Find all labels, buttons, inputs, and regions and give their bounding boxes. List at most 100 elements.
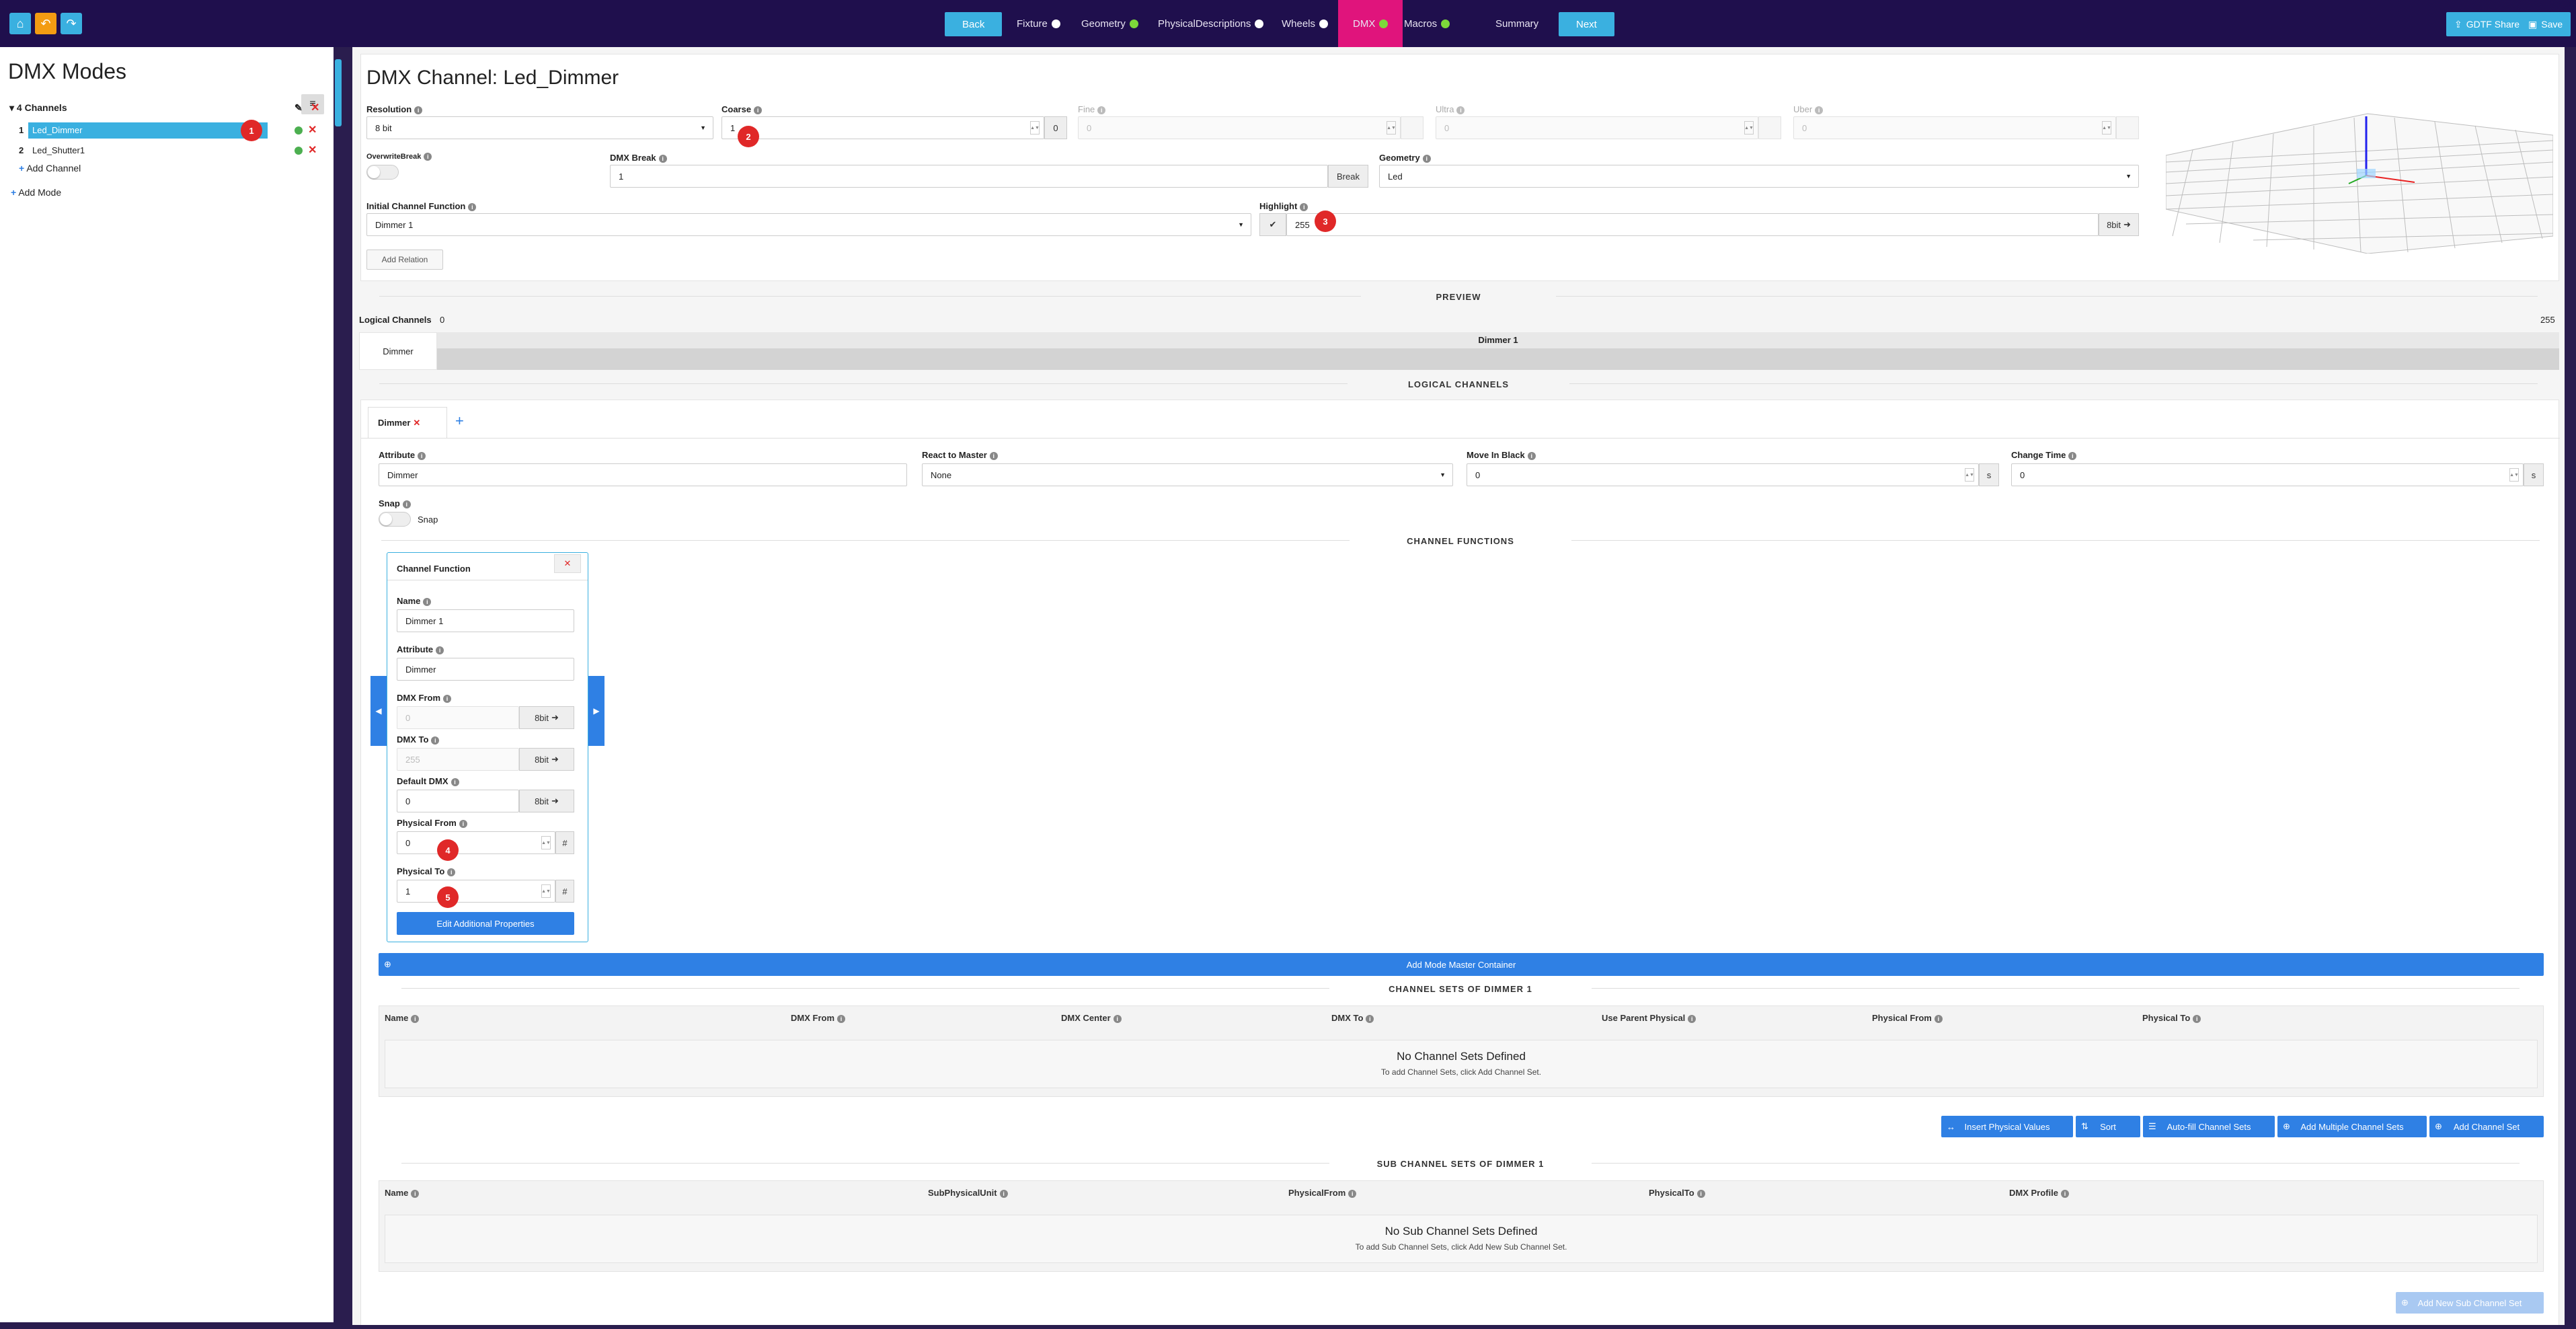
nav-dmx[interactable]: DMX	[1338, 0, 1403, 47]
add-tab-icon[interactable]: +	[455, 412, 464, 430]
attribute-input[interactable]: Dimmer	[379, 463, 907, 486]
add-multiple-channel-sets-button[interactable]: ⊕ Add Multiple Channel Sets	[2277, 1116, 2427, 1137]
info-icon: i	[658, 154, 667, 163]
header-text: DMX Center	[1061, 1013, 1111, 1023]
add-channel-set-button[interactable]: ⊕ Add Channel Set	[2429, 1116, 2544, 1137]
add-mode-master-button[interactable]: ⊕ Add Mode Master Container	[379, 953, 2544, 976]
add-mode-link[interactable]: + Add Mode	[11, 187, 61, 198]
mode-header[interactable]: ▾ 4 Channels	[9, 102, 67, 114]
info-icon: i	[418, 451, 426, 460]
dmx-to-unit-button[interactable]: 8bit ➜	[519, 748, 574, 771]
spinner-icon[interactable]: ▲▼	[541, 884, 551, 898]
channel-row-1[interactable]: 1 Led_Dimmer ✕	[19, 122, 321, 139]
preview-dmx-bar[interactable]: Dimmer 1	[437, 332, 2559, 370]
function-name-input[interactable]: Dimmer 1	[397, 609, 574, 632]
next-function-arrow[interactable]: ▶	[588, 676, 604, 746]
info-icon: i	[459, 819, 467, 828]
label-text: Geometry	[1379, 153, 1420, 163]
add-relation-button[interactable]: Add Relation	[366, 250, 443, 270]
delete-mode-icon[interactable]: ✕	[311, 101, 319, 114]
next-button[interactable]: Next	[1559, 12, 1614, 36]
spinner-icon[interactable]: ▲▼	[1030, 121, 1040, 135]
nav-summary[interactable]: Summary	[1495, 0, 1538, 47]
move-in-black-unit: s	[1979, 463, 1999, 486]
nav-physical-descriptions[interactable]: PhysicalDescriptions	[1158, 0, 1264, 47]
geometry-select[interactable]: Led ▼	[1379, 165, 2139, 188]
physical-to-input[interactable]: 1 ▲▼	[397, 880, 555, 903]
close-function-icon[interactable]: ✕	[554, 554, 581, 573]
label-text: OverwriteBreak	[366, 153, 422, 161]
break-button[interactable]: Break	[1328, 165, 1368, 188]
add-channel-link[interactable]: + Add Channel	[19, 163, 81, 174]
fine-input[interactable]: 0 ▲▼	[1078, 116, 1401, 139]
dmx-from-input[interactable]: 0	[397, 706, 519, 729]
resolution-select[interactable]: 8 bit ▼	[366, 116, 713, 139]
select-value: 8 bit	[375, 122, 392, 133]
add-sub-channel-set-button[interactable]: ⊕ Add New Sub Channel Set	[2396, 1292, 2544, 1314]
delete-channel-icon[interactable]: ✕	[308, 123, 317, 137]
header-text: Name	[385, 1188, 409, 1198]
coarse-label: Coarse i	[721, 104, 763, 114]
spinner-icon[interactable]: ▲▼	[2509, 468, 2519, 482]
highlight-input[interactable]: 255	[1286, 213, 2099, 236]
splitter-handle[interactable]	[335, 59, 342, 126]
home-icon[interactable]: ⌂	[9, 13, 31, 34]
prev-function-arrow[interactable]: ◀	[370, 676, 387, 746]
close-icon[interactable]: ✕	[413, 418, 420, 428]
spinner-icon[interactable]: ▲▼	[1744, 121, 1754, 135]
nav-geometry[interactable]: Geometry	[1081, 0, 1138, 47]
3d-grid-icon	[2165, 113, 2554, 254]
default-dmx-input[interactable]: 0	[397, 790, 519, 812]
tab-dimmer[interactable]: Dimmer ✕	[368, 407, 447, 438]
function-name-label: Name i	[397, 596, 432, 606]
delete-channel-icon[interactable]: ✕	[308, 143, 317, 157]
edit-additional-properties-button[interactable]: Edit Additional Properties	[397, 912, 574, 935]
default-dmx-unit-button[interactable]: 8bit ➜	[519, 790, 574, 812]
fine-addon	[1401, 116, 1423, 139]
dmx-break-input[interactable]: 1	[610, 165, 1328, 188]
panel-splitter[interactable]	[334, 47, 343, 1322]
status-dot-icon	[1051, 19, 1060, 28]
chevron-right-icon: ▶	[593, 706, 600, 716]
highlight-checkbox[interactable]: ✔	[1259, 213, 1286, 236]
input-value: 0	[1802, 122, 1807, 133]
channel-row-2[interactable]: 2 Led_Shutter1 ✕	[19, 143, 321, 159]
button-label: Add Multiple Channel Sets	[2300, 1121, 2404, 1132]
function-attribute-input[interactable]: Dimmer	[397, 658, 574, 681]
add-mode-label: Add Mode	[18, 187, 62, 198]
nav-macros[interactable]: Macros	[1404, 0, 1450, 47]
overwrite-break-toggle[interactable]	[366, 165, 399, 180]
geometry-3d-viewport[interactable]	[2165, 108, 2554, 254]
uber-input[interactable]: 0 ▲▼	[1793, 116, 2116, 139]
react-master-select[interactable]: None ▼	[922, 463, 1453, 486]
dmx-to-input[interactable]: 255	[397, 748, 519, 771]
insert-physical-values-button[interactable]: ↔ Insert Physical Values	[1941, 1116, 2073, 1137]
label-text: Fine	[1078, 104, 1095, 114]
nav-fixture[interactable]: Fixture	[1017, 0, 1060, 47]
change-time-input[interactable]: 0 ▲▼	[2011, 463, 2524, 486]
preview-row-label: Dimmer	[359, 332, 437, 370]
save-button[interactable]: ▣ Save	[2520, 12, 2571, 36]
move-in-black-label: Move In Black i	[1467, 450, 1536, 460]
ultra-input[interactable]: 0 ▲▼	[1436, 116, 1758, 139]
spinner-icon[interactable]: ▲▼	[1387, 121, 1396, 135]
nav-wheels[interactable]: Wheels	[1282, 0, 1329, 47]
spinner-icon[interactable]: ▲▼	[541, 836, 551, 849]
physical-from-input[interactable]: 0 ▲▼	[397, 831, 555, 854]
initial-function-select[interactable]: Dimmer 1 ▼	[366, 213, 1251, 236]
spinner-icon[interactable]: ▲▼	[1965, 468, 1974, 482]
snap-toggle[interactable]	[379, 512, 411, 527]
undo-icon[interactable]: ↶	[35, 13, 56, 34]
edit-mode-icon[interactable]: ✎	[295, 102, 303, 114]
auto-fill-button[interactable]: ☰ Auto-fill Channel Sets	[2143, 1116, 2275, 1137]
gdtf-share-button[interactable]: ⇪ GDTF Share	[2446, 12, 2528, 36]
coarse-input[interactable]: 1 ▲▼	[721, 116, 1044, 139]
highlight-unit-button[interactable]: 8bit ➜	[2099, 213, 2139, 236]
sort-button[interactable]: ⇅ Sort	[2076, 1116, 2140, 1137]
move-in-black-input[interactable]: 0 ▲▼	[1467, 463, 1979, 486]
back-button[interactable]: Back	[945, 12, 1003, 36]
redo-icon[interactable]: ↷	[61, 13, 82, 34]
dmx-from-unit-button[interactable]: 8bit ➜	[519, 706, 574, 729]
nav-label: Wheels	[1282, 17, 1316, 30]
spinner-icon[interactable]: ▲▼	[2102, 121, 2111, 135]
